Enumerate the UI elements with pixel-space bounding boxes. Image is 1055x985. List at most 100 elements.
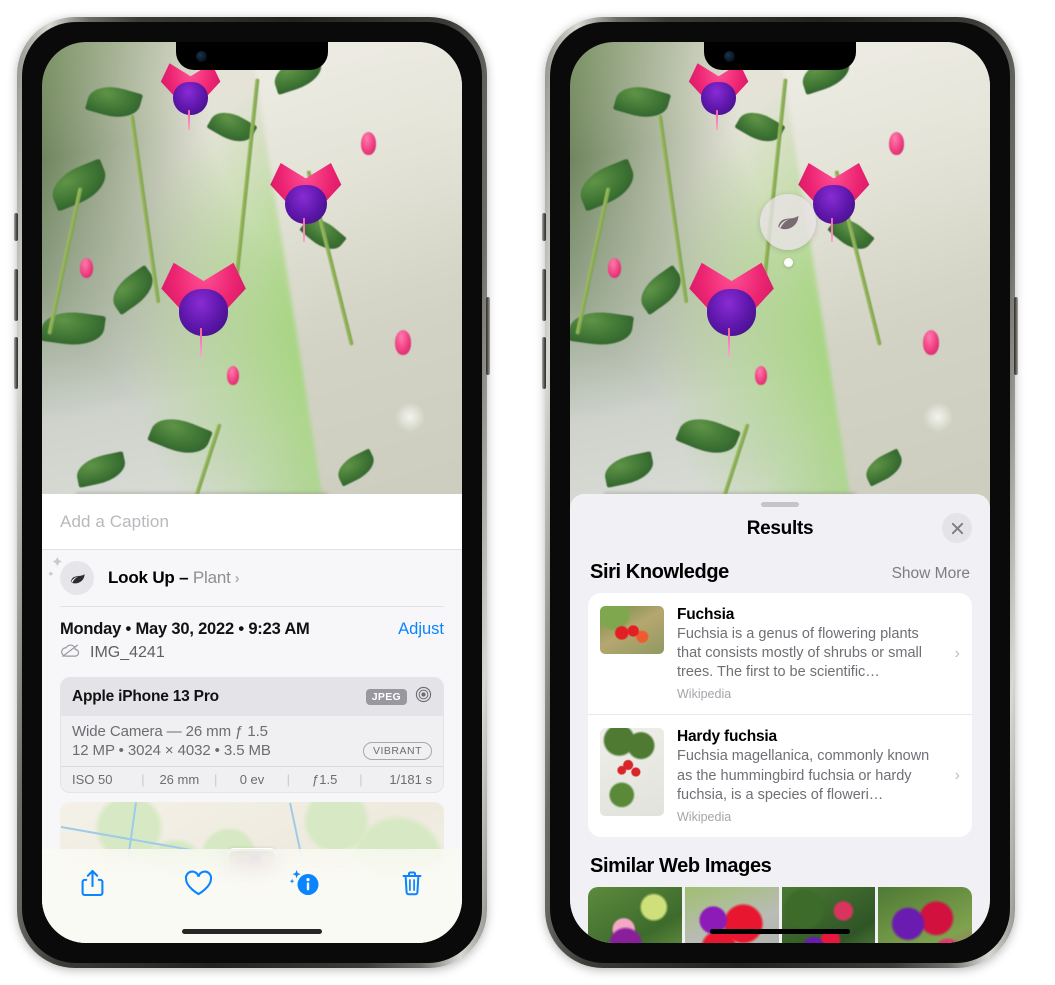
knowledge-description: Fuchsia is a genus of flowering plants t… [677, 626, 922, 681]
photo-flower [160, 258, 248, 358]
photo-bokeh [922, 402, 953, 433]
left-home-indicator[interactable] [182, 929, 322, 934]
screenshot-stage: Add a Caption ✦ ✦ Look Up – Plant › Mond… [0, 0, 1055, 985]
left-phone-screen: Add a Caption ✦ ✦ Look Up – Plant › Mond… [42, 42, 462, 943]
results-title: Results [746, 518, 814, 539]
exif-aperture: ƒ1.5 [312, 771, 338, 787]
info-button[interactable] [285, 863, 325, 903]
similar-web-images-grid [588, 886, 972, 943]
close-button[interactable] [942, 513, 972, 543]
left-phone-volume-down[interactable] [14, 337, 18, 389]
list-item[interactable]: Fuchsia Fuchsia is a genus of flowering … [588, 593, 972, 714]
photo-bud [226, 366, 239, 386]
knowledge-description: Fuchsia magellanica, commonly known as t… [677, 748, 930, 803]
leaf-icon [760, 194, 816, 250]
camera-lens-line: Wide Camera — 26 mm ƒ 1.5 [72, 722, 268, 740]
photo-bud [754, 366, 767, 386]
photo-bud [922, 330, 939, 356]
photographic-style-badge: VIBRANT [362, 741, 432, 760]
right-phone-volume-down[interactable] [542, 337, 546, 389]
right-phone-power-button[interactable] [1014, 297, 1018, 375]
section-title: Similar Web Images [590, 854, 772, 877]
format-badge: JPEG [365, 688, 407, 705]
chevron-right-icon: › [954, 767, 960, 785]
close-icon [951, 522, 963, 534]
caption-field-row[interactable]: Add a Caption [42, 494, 462, 550]
knowledge-title: Fuchsia [677, 606, 735, 623]
look-up-row[interactable]: ✦ ✦ Look Up – Plant › [42, 550, 462, 606]
siri-knowledge-header: Siri Knowledge Show More [570, 551, 990, 593]
icloud-slash-icon [60, 643, 81, 663]
adjust-button[interactable]: Adjust [398, 620, 444, 639]
web-image-thumbnail[interactable] [684, 886, 779, 943]
right-phone-screen: Results Siri Knowledge Show More Fuchsia… [570, 42, 990, 943]
knowledge-source: Wikipedia [677, 687, 732, 702]
left-phone-notch [176, 42, 328, 70]
chevron-right-icon: › [954, 644, 960, 662]
look-up-label: Look Up – Plant › [108, 568, 240, 588]
left-phone-volume-up[interactable] [14, 269, 18, 321]
file-row: IMG_4241 [42, 639, 462, 673]
web-image-thumbnail[interactable] [878, 886, 972, 943]
delete-button[interactable] [392, 863, 432, 903]
chevron-right-icon: › [234, 570, 240, 587]
exif-iso: ISO 50 [72, 771, 113, 787]
lookup-block: ✦ ✦ Look Up – Plant › Monday • May 30, 2… [42, 550, 462, 888]
web-image-thumbnail[interactable] [588, 886, 682, 943]
sparkle-icon: ✦ [47, 569, 55, 579]
camera-body: Wide Camera — 26 mm ƒ 1.5 12 MP • 3024 ×… [61, 716, 443, 766]
front-camera-icon [724, 51, 735, 62]
lookup-anchor-dot [783, 258, 793, 267]
camera-device-name: Apple iPhone 13 Pro [72, 687, 219, 705]
right-home-indicator[interactable] [710, 929, 850, 934]
photo-bud [394, 330, 411, 356]
left-phone-power-button[interactable] [486, 297, 490, 375]
camera-header: Apple iPhone 13 Pro JPEG [61, 677, 443, 716]
exif-row: ISO 50 | 26 mm | 0 ev | ƒ1.5 | 1/181 s [61, 765, 443, 792]
similar-web-images-header: Similar Web Images [570, 837, 990, 887]
results-header: Results [570, 507, 990, 551]
exif-focal-length: 26 mm [159, 771, 200, 787]
camera-info-card[interactable]: Apple iPhone 13 Pro JPEG Wide Camera — 2… [60, 676, 444, 793]
camera-size-line: 12 MP • 3024 × 4032 • 3.5 MB [72, 742, 271, 759]
photo-flower [269, 159, 343, 243]
date-row: Monday • May 30, 2022 • 9:23 AM Adjust [42, 607, 462, 639]
sparkle-icon: ✦ [51, 554, 64, 571]
siri-knowledge-card: Fuchsia Fuchsia is a genus of flowering … [588, 593, 972, 837]
right-phone-mute-switch[interactable] [542, 213, 546, 241]
look-up-subject: Plant [192, 568, 231, 587]
knowledge-thumbnail [600, 728, 664, 817]
photo-bud [889, 132, 905, 156]
aperture-icon [415, 686, 432, 708]
show-more-button[interactable]: Show More [892, 565, 970, 583]
photo-bokeh [394, 402, 425, 433]
caption-placeholder: Add a Caption [60, 511, 170, 531]
left-phone: Add a Caption ✦ ✦ Look Up – Plant › Mond… [14, 17, 490, 968]
capture-date: Monday • May 30, 2022 • 9:23 AM [60, 619, 310, 638]
knowledge-title: Hardy fuchsia [677, 728, 777, 746]
exif-shutter-speed: 1/181 s [389, 771, 432, 787]
right-phone-notch [704, 42, 856, 70]
left-phone-mute-switch[interactable] [14, 213, 18, 241]
lookup-badge: ✦ ✦ [47, 555, 94, 595]
leaf-icon [60, 561, 94, 595]
knowledge-thumbnail [600, 606, 664, 654]
visual-lookup-indicator[interactable] [760, 194, 816, 267]
photo-bud [607, 258, 621, 279]
right-phone: Results Siri Knowledge Show More Fuchsia… [542, 17, 1018, 968]
exif-exposure-bias: 0 ev [239, 771, 265, 787]
knowledge-source: Wikipedia [677, 809, 732, 824]
section-title: Siri Knowledge [590, 561, 729, 583]
file-name: IMG_4241 [90, 643, 165, 661]
front-camera-icon [196, 51, 207, 62]
photo-bud [79, 258, 93, 279]
photo-flower [688, 258, 776, 358]
list-item[interactable]: Hardy fuchsia Fuchsia magellanica, commo… [588, 714, 972, 836]
look-up-prefix: Look Up – [108, 568, 193, 587]
right-phone-volume-up[interactable] [542, 269, 546, 321]
favorite-button[interactable] [179, 863, 219, 903]
visual-lookup-results-sheet: Results Siri Knowledge Show More Fuchsia… [570, 494, 990, 943]
photo-bud [361, 132, 377, 156]
share-button[interactable] [72, 863, 112, 903]
web-image-thumbnail[interactable] [781, 886, 876, 943]
